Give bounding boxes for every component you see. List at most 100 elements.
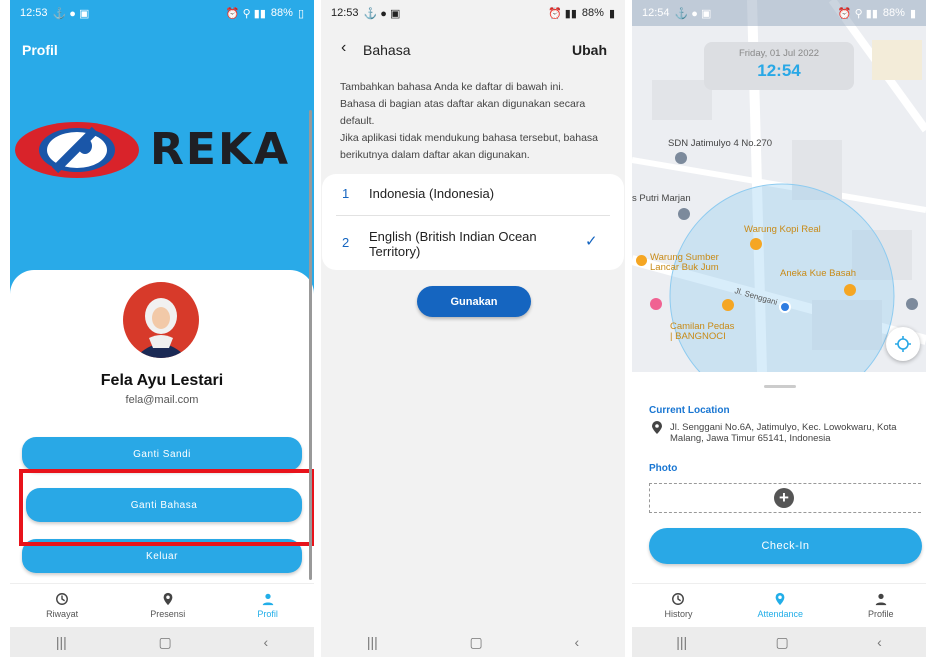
avatar — [123, 282, 199, 358]
sheet-handle[interactable] — [764, 385, 796, 388]
time-label: 12:54 — [757, 61, 801, 80]
bottom-nav: History Attendance Profile — [632, 583, 926, 627]
language-list: 1 Indonesia (Indonesia) 2 English (Briti… — [322, 174, 624, 270]
notification-icons: ⚓ ● ▣ — [674, 7, 712, 20]
profile-email: fela@mail.com — [125, 394, 199, 406]
kopi-pin-icon — [750, 238, 762, 250]
shop-pin-icon — [650, 298, 662, 310]
page-title: Profil — [22, 42, 58, 58]
nav-profile[interactable]: Profile — [868, 592, 894, 619]
map-label-sumber: Warung Sumber Lancar Buk Jum — [650, 252, 719, 273]
kue-pin-icon — [844, 284, 856, 296]
language-name: Indonesia (Indonesia) — [369, 186, 495, 201]
scroll-indicator — [309, 110, 312, 580]
location-pin-icon — [775, 592, 785, 606]
status-battery: 88% — [581, 7, 604, 19]
profile-name: Fela Ayu Lestari — [100, 372, 224, 389]
check-icon: ✓ — [585, 233, 598, 250]
home-icon[interactable]: ▢ — [776, 634, 789, 651]
nav-profile[interactable]: Profil — [257, 592, 278, 619]
profile-screen: 12:53 ⚓ ● ▣ ⏰ ⚲ ▮▮ 88% ▯ Profil REKA Fel… — [10, 0, 314, 657]
highlight-box — [19, 469, 314, 546]
nav-profile-label: Profile — [867, 609, 894, 619]
apply-button[interactable]: Gunakan — [417, 286, 531, 317]
nav-profile-label: Profil — [257, 609, 278, 619]
page-title: Bahasa — [363, 42, 411, 58]
history-icon — [672, 593, 685, 605]
nav-history-label: History — [664, 609, 693, 619]
camilan-pin-icon — [722, 299, 734, 311]
logo-text: REKA — [150, 124, 291, 175]
notification-icons: ⚓ ● ▣ — [52, 7, 90, 20]
language-index: 2 — [342, 235, 350, 250]
battery-icon: ▮ — [909, 7, 916, 20]
photo-label: Photo — [649, 463, 678, 474]
recenter-button[interactable] — [886, 327, 920, 361]
battery-icon: ▯ — [297, 7, 304, 20]
back-arrow-icon[interactable]: ‹ — [341, 39, 346, 57]
status-time: 12:53 — [331, 7, 359, 19]
putri-pin-icon — [678, 208, 690, 220]
home-icon[interactable]: ▢ — [159, 634, 172, 651]
language-item[interactable]: 2 English (British Indian Ocean Territor… — [322, 216, 624, 270]
notification-icons: ⚓ ● ▣ — [363, 7, 401, 20]
sumber-pin-icon — [636, 255, 647, 266]
location-pin-icon — [652, 421, 662, 434]
signal-icons: ⏰ ⚲ ▮▮ — [225, 7, 266, 20]
person-icon — [875, 593, 886, 606]
recent-apps-icon[interactable]: ||| — [676, 634, 687, 650]
back-icon[interactable]: ‹ — [574, 634, 579, 650]
language-screen: 12:53 ⚓ ● ▣ ⏰ ▮▮ 88% ▮ ‹ Bahasa Ubah Tam… — [321, 0, 625, 657]
logo-mark-icon — [15, 122, 139, 178]
language-index: 1 — [342, 186, 350, 201]
system-nav-bar: ||| ▢ ‹ — [321, 627, 625, 657]
signal-icons: ⏰ ⚲ ▮▮ — [837, 7, 878, 20]
back-icon[interactable]: ‹ — [263, 634, 268, 650]
status-bar: 12:53 ⚓ ● ▣ ⏰ ⚲ ▮▮ 88% ▯ — [10, 0, 314, 26]
nav-history-label: Riwayat — [46, 609, 79, 619]
map-label-putri: s Putri Marjan — [632, 193, 691, 204]
status-time: 12:54 — [642, 7, 670, 19]
nav-attendance[interactable]: Attendance — [757, 592, 803, 619]
system-nav-bar: ||| ▢ ‹ — [632, 627, 926, 657]
map-label-school: SDN Jatimulyo 4 No.270 — [668, 138, 773, 149]
recent-apps-icon[interactable]: ||| — [56, 634, 67, 650]
reka-logo: REKA — [15, 110, 314, 190]
back-icon[interactable]: ‹ — [877, 634, 882, 650]
gray-pin-icon — [906, 298, 918, 310]
change-password-button[interactable]: Ganti Sandi — [22, 437, 302, 471]
language-name: English (British Indian Ocean Territory) — [369, 229, 537, 259]
history-icon — [56, 593, 69, 605]
current-location-label: Current Location — [649, 405, 730, 416]
status-battery: 88% — [270, 7, 293, 19]
date-label: Friday, 01 Jul 2022 — [738, 48, 820, 59]
nav-presence[interactable]: Presensi — [150, 592, 185, 619]
checkin-button[interactable]: Check-In — [649, 528, 922, 564]
signal-icons: ⏰ ▮▮ — [548, 7, 577, 20]
attendance-screen: 12:54 ⚓ ● ▣ ⏰ ⚲ ▮▮ 88% ▮ Friday, 01 Jul … — [632, 0, 926, 657]
crosshair-icon — [895, 336, 911, 352]
nav-history[interactable]: Riwayat — [46, 592, 78, 619]
add-photo-icon[interactable]: + — [774, 488, 794, 508]
map-label-camilan: Camilan Pedas | BANGNOCI — [670, 321, 735, 342]
language-description: Tambahkan bahasa Anda ke daftar di bawah… — [340, 81, 598, 161]
person-icon — [262, 593, 273, 606]
status-bar: 12:54 ⚓ ● ▣ ⏰ ⚲ ▮▮ 88% ▮ — [632, 0, 926, 26]
system-nav-bar: ||| ▢ ‹ — [10, 627, 314, 657]
map-label-kopi: Warung Kopi Real — [744, 224, 821, 235]
nav-presence-label: Presensi — [150, 609, 186, 619]
datetime-card: Friday, 01 Jul 2022 12:54 — [704, 42, 854, 90]
status-battery: 88% — [882, 7, 905, 19]
edit-button[interactable]: Ubah — [572, 42, 607, 58]
location-pin-icon — [163, 592, 173, 606]
address-text: Jl. Senggani No.6A, Jatimulyo, Kec. Lowo… — [670, 422, 897, 444]
nav-attendance-label: Attendance — [757, 609, 804, 619]
nav-history[interactable]: History — [664, 592, 693, 619]
bottom-nav: Riwayat Presensi Profil — [10, 583, 314, 627]
home-icon[interactable]: ▢ — [470, 634, 483, 651]
map-label-kue: Aneka Kue Basah — [780, 268, 857, 279]
recent-apps-icon[interactable]: ||| — [367, 634, 378, 650]
status-bar: 12:53 ⚓ ● ▣ ⏰ ▮▮ 88% ▮ — [321, 0, 625, 26]
school-pin-icon — [675, 152, 687, 164]
language-item[interactable]: 1 Indonesia (Indonesia) — [322, 174, 624, 214]
